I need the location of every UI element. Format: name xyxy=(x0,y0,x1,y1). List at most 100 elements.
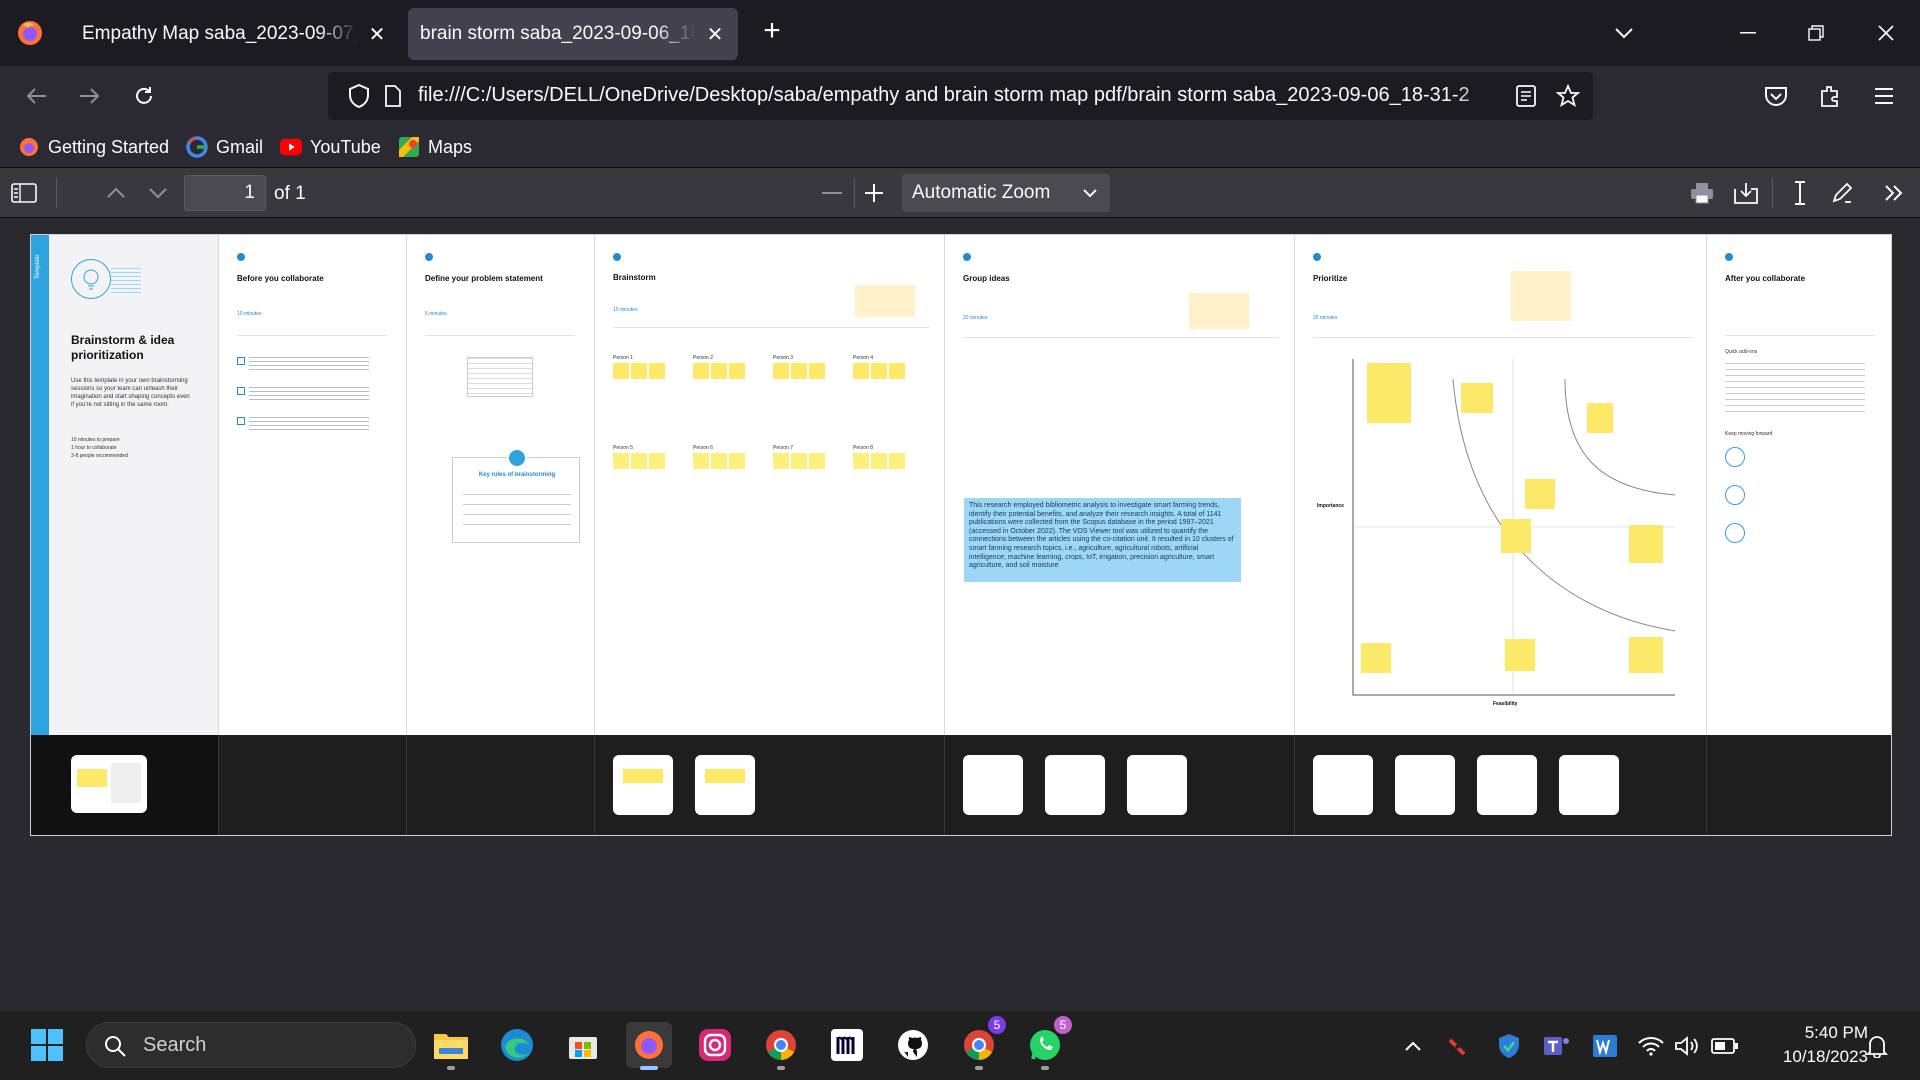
sticky-note xyxy=(871,363,887,379)
selected-text-highlight[interactable]: This research employed bibliometric anal… xyxy=(964,498,1241,582)
notification-bell-icon[interactable] xyxy=(1862,1031,1892,1061)
next-page-icon[interactable] xyxy=(142,177,174,209)
volume-icon[interactable] xyxy=(1672,1031,1702,1061)
checkbox-icon xyxy=(237,387,245,395)
wave-decoration xyxy=(111,265,141,293)
reload-icon[interactable] xyxy=(126,78,162,114)
page-count-label: of 1 xyxy=(274,183,306,204)
app-tray-icon[interactable] xyxy=(1444,1031,1474,1061)
thumbnail xyxy=(1395,755,1455,815)
teams-icon[interactable] xyxy=(1542,1031,1572,1061)
journey-icon xyxy=(1725,485,1745,505)
print-icon[interactable] xyxy=(1686,177,1718,209)
thumbnail xyxy=(613,755,673,815)
prioritize-panel: Prioritize 20 minutes Importance Feasibi… xyxy=(1295,235,1707,735)
previous-page-icon[interactable] xyxy=(100,177,132,209)
shield-icon[interactable] xyxy=(348,83,370,113)
whatsapp-icon[interactable]: 5 xyxy=(1022,1016,1072,1070)
microsoft-store-icon[interactable] xyxy=(560,1022,606,1068)
sticky-note xyxy=(889,363,905,379)
sticky-note xyxy=(853,363,869,379)
pocket-icon[interactable] xyxy=(1758,78,1794,114)
save-icon[interactable] xyxy=(1730,177,1762,209)
new-tab-button[interactable]: + xyxy=(756,16,788,48)
zoom-out-icon[interactable] xyxy=(816,177,848,209)
template-side-tab: Template xyxy=(31,235,49,735)
bulb-icon xyxy=(507,448,527,468)
word-icon[interactable] xyxy=(1590,1031,1620,1061)
before-collaborate-panel: Before you collaborate 10 minutes xyxy=(219,235,407,735)
file-icon[interactable] xyxy=(384,85,402,112)
navigation-toolbar: file:///C:/Users/DELL/OneDrive/Desktop/s… xyxy=(0,66,1920,126)
sticky-note xyxy=(1505,639,1535,671)
tab-empathy-map[interactable]: Empathy Map saba_2023-09-07_07 ✕ xyxy=(70,8,400,60)
draw-icon[interactable] xyxy=(1826,177,1858,209)
zoom-select[interactable]: Automatic Zoom xyxy=(902,174,1110,212)
github-icon[interactable] xyxy=(890,1022,936,1068)
thumbnail xyxy=(1313,755,1373,815)
thumbnail xyxy=(695,755,755,815)
bookmark-youtube[interactable]: YouTube xyxy=(280,134,381,160)
text-cursor-icon[interactable] xyxy=(1784,177,1816,209)
sticky-note xyxy=(791,453,807,469)
chevron-up-icon[interactable] xyxy=(1398,1031,1428,1061)
sticky-note xyxy=(1629,637,1663,673)
instagram-icon[interactable] xyxy=(692,1022,738,1068)
chrome-icon[interactable] xyxy=(758,1022,804,1070)
minimize-icon[interactable] xyxy=(1728,14,1768,52)
sidebar-toggle-icon[interactable] xyxy=(8,177,40,209)
bookmark-label: Gmail xyxy=(216,136,264,157)
windows-start-icon[interactable] xyxy=(24,1022,70,1068)
close-icon[interactable]: ✕ xyxy=(704,23,726,46)
url-text[interactable]: file:///C:/Users/DELL/OneDrive/Desktop/s… xyxy=(418,84,1508,107)
back-icon[interactable] xyxy=(18,78,54,114)
restore-icon[interactable] xyxy=(1796,14,1836,52)
edge-icon[interactable] xyxy=(494,1022,540,1068)
clock-time: 5:40 PM xyxy=(1804,1023,1868,1042)
firefox-view-icon[interactable] xyxy=(14,17,46,49)
bookmark-label: Getting Started xyxy=(48,136,170,157)
thumbnail xyxy=(1045,755,1105,815)
clock[interactable]: 5:40 PM 10/18/2023 xyxy=(1783,1021,1868,1069)
tab-brain-storm[interactable]: brain storm saba_2023-09-06_18-31 ✕ xyxy=(408,8,738,60)
bookmark-gmail[interactable]: Gmail xyxy=(186,134,263,160)
section-time: 20 minutes xyxy=(1313,315,1338,321)
google-icon xyxy=(186,136,208,158)
sticky-note xyxy=(1361,643,1391,673)
file-explorer-icon[interactable] xyxy=(428,1022,474,1070)
zoom-in-icon[interactable] xyxy=(858,177,890,209)
sticky-note xyxy=(729,363,745,379)
thumbnail xyxy=(1559,755,1619,815)
tools-menu-icon[interactable] xyxy=(1878,177,1910,209)
sticky-note xyxy=(1629,525,1663,563)
thumbnail xyxy=(963,755,1023,815)
bookmark-maps[interactable]: Maps xyxy=(398,134,472,160)
pdf-viewer[interactable]: Template Brainstorm & idea prioritizatio… xyxy=(0,218,1920,1010)
sticky-note xyxy=(631,363,647,379)
list-all-tabs-icon[interactable] xyxy=(1604,14,1644,52)
reader-view-icon[interactable] xyxy=(1516,85,1536,112)
extensions-icon[interactable] xyxy=(1812,78,1848,114)
menu-icon[interactable] xyxy=(1866,78,1902,114)
search-box[interactable]: Search xyxy=(86,1022,416,1068)
close-window-icon[interactable] xyxy=(1866,14,1906,52)
checkbox-icon xyxy=(237,417,245,425)
quick-addons-label: Quick add-ons xyxy=(1725,349,1758,355)
wifi-icon[interactable] xyxy=(1636,1031,1666,1061)
forward-icon[interactable] xyxy=(72,78,108,114)
page-number-input[interactable] xyxy=(184,175,266,211)
security-shield-icon[interactable] xyxy=(1494,1031,1524,1061)
chrome-profile-icon[interactable]: 5 xyxy=(956,1016,1006,1070)
rules-title: Key rules of brainstorming xyxy=(478,472,556,478)
firefox-taskbar-icon[interactable] xyxy=(626,1022,672,1070)
miro-icon[interactable] xyxy=(824,1022,870,1068)
sticky-note xyxy=(1367,363,1411,423)
tip-note xyxy=(1189,293,1249,329)
battery-icon[interactable] xyxy=(1710,1031,1740,1061)
star-icon[interactable] xyxy=(1555,83,1581,113)
close-icon[interactable]: ✕ xyxy=(366,23,388,46)
address-bar[interactable]: file:///C:/Users/DELL/OneDrive/Desktop/s… xyxy=(328,72,1593,120)
bookmark-getting-started[interactable]: Getting Started xyxy=(18,134,169,160)
sticky-note xyxy=(613,453,629,469)
panel-footer xyxy=(1707,735,1891,835)
